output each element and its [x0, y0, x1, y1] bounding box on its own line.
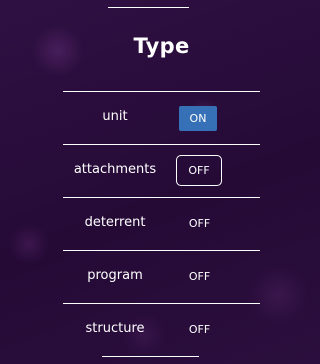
toggle-program[interactable]: OFF [178, 263, 221, 290]
option-row-attachments: attachments OFF [63, 144, 260, 197]
option-row-unit: unit ON [63, 91, 260, 144]
toggle-deterrent[interactable]: OFF [178, 210, 221, 237]
top-divider [108, 7, 189, 8]
option-row-structure: structure OFF [63, 303, 260, 356]
option-row-program: program OFF [63, 250, 260, 303]
toggle-structure[interactable]: OFF [178, 316, 221, 343]
toggle-unit[interactable]: ON [179, 106, 217, 131]
option-label-unit: unit [102, 109, 128, 124]
option-label-structure: structure [85, 321, 145, 336]
option-label-program: program [87, 268, 143, 283]
type-filter-panel: Type unit ON attachments OFF deterrent O… [63, 0, 260, 364]
toggle-attachments[interactable]: OFF [176, 155, 222, 186]
type-options-list: unit ON attachments OFF deterrent OFF pr… [63, 91, 260, 356]
option-row-deterrent: deterrent OFF [63, 197, 260, 250]
panel-title: Type [133, 34, 190, 58]
option-label-deterrent: deterrent [84, 215, 146, 230]
option-label-attachments: attachments [73, 162, 157, 177]
bottom-divider [102, 356, 199, 357]
